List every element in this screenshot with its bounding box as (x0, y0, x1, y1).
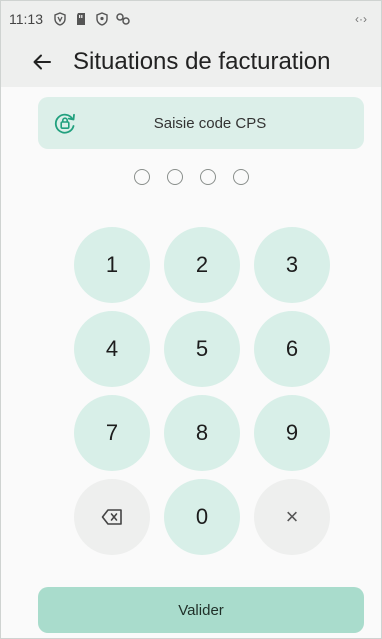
key-5[interactable]: 5 (164, 311, 240, 387)
security-shield-icon (94, 11, 110, 27)
key-8[interactable]: 8 (164, 395, 240, 471)
page-title: Situations de facturation (73, 48, 331, 75)
cps-code-card: Saisie code CPS (38, 97, 364, 149)
key-7[interactable]: 7 (74, 395, 150, 471)
key-4[interactable]: 4 (74, 311, 150, 387)
validate-button[interactable]: Valider (38, 587, 364, 633)
app-bar: Situations de facturation (1, 37, 381, 87)
key-9[interactable]: 9 (254, 395, 330, 471)
key-3[interactable]: 3 (254, 227, 330, 303)
phone-screen: 11:13 ‹·› Situations de facturation Sais… (0, 0, 382, 639)
status-time: 11:13 (9, 11, 43, 27)
backspace-button[interactable] (74, 479, 150, 555)
sync-arrows-icon: ‹·› (355, 12, 367, 26)
keypad: 1 2 3 4 5 6 7 8 9 0 × (74, 227, 330, 555)
back-arrow-icon (33, 54, 51, 70)
pin-dot (199, 169, 216, 185)
link-icon (115, 11, 131, 27)
key-6[interactable]: 6 (254, 311, 330, 387)
cps-label: Saisie code CPS (153, 114, 267, 132)
clear-button[interactable]: × (254, 479, 330, 555)
pin-dot (166, 169, 183, 185)
pin-indicator (1, 169, 381, 185)
key-2[interactable]: 2 (164, 227, 240, 303)
lock-cycle-icon (54, 113, 75, 134)
status-bar: 11:13 ‹·› (1, 1, 381, 37)
sd-card-icon (73, 11, 89, 27)
back-button[interactable] (21, 41, 63, 83)
key-0[interactable]: 0 (164, 479, 240, 555)
backspace-icon (101, 509, 122, 525)
shield-v-icon (52, 11, 68, 27)
key-1[interactable]: 1 (74, 227, 150, 303)
pin-dot (133, 169, 150, 185)
pin-dot (232, 169, 249, 185)
